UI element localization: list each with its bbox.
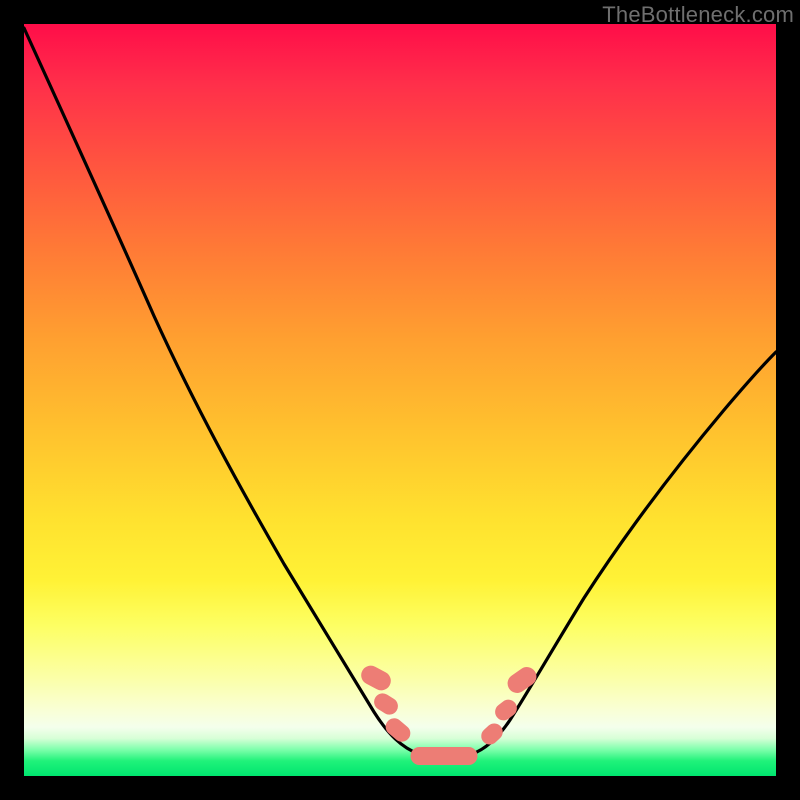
marker-bead <box>359 663 394 693</box>
watermark-text: TheBottleneck.com <box>602 2 794 28</box>
plot-area <box>24 24 776 776</box>
marker-bead <box>411 748 477 765</box>
marker-bead <box>492 697 519 723</box>
curve-layer <box>24 24 776 776</box>
marker-bead <box>478 721 505 748</box>
bottleneck-curve <box>24 28 776 758</box>
chart-frame: TheBottleneck.com <box>0 0 800 800</box>
marker-bead <box>505 664 540 696</box>
marker-group <box>359 663 540 764</box>
marker-bead <box>383 716 413 745</box>
